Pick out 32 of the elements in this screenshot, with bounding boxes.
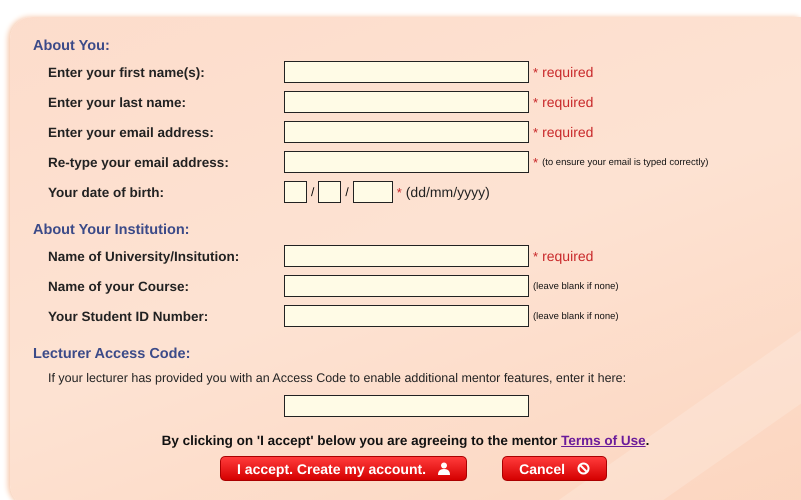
- section-heading: About You:: [33, 37, 111, 56]
- required-mark: *: [533, 248, 538, 264]
- agreement-text: By clicking on 'I accept' below you are agreeing to the mentor Terms of Use.: [160, 433, 650, 448]
- required-mark: *: [396, 184, 402, 200]
- field-note: required: [542, 124, 594, 140]
- required-mark: *: [533, 64, 538, 80]
- field-note: (to ensure your email is typed correctly): [542, 156, 708, 168]
- field-note: required: [542, 248, 594, 264]
- field-note: required: [542, 94, 594, 110]
- field-note: required: [542, 64, 594, 80]
- date-format-note: (dd/mm/yyyy): [406, 184, 490, 200]
- field-label: Enter your first name(s):: [47, 64, 206, 80]
- field-label: Enter your email address:: [47, 124, 215, 140]
- section-heading: Lecturer Access Code:: [33, 345, 192, 364]
- field-label: Your date of birth:: [47, 184, 165, 200]
- date-separator: /: [311, 185, 314, 199]
- section-heading: About Your Institution:: [33, 221, 191, 240]
- field-label: Name of University/Insitution:: [47, 248, 240, 264]
- field-label: Your Student ID Number:: [47, 308, 210, 324]
- field-label: Name of your Course:: [47, 278, 190, 294]
- field-label: Re-type your email address:: [47, 154, 230, 170]
- required-mark: *: [533, 124, 538, 140]
- date-separator: /: [345, 185, 349, 199]
- instruction-text: If your lecturer has provided you with an Access Code to enable additional mentor features, enter it here:: [48, 371, 628, 385]
- field-note: (leave blank if none): [533, 310, 619, 322]
- terms-link[interactable]: Terms of Use: [561, 433, 646, 448]
- accept-button[interactable]: I accept. Create my account.: [220, 456, 468, 481]
- field-note: (leave blank if none): [533, 280, 619, 292]
- field-label: Enter your last name:: [47, 94, 188, 110]
- required-mark: *: [533, 94, 538, 110]
- cancel-button[interactable]: Cancel: [502, 456, 607, 481]
- required-mark: *: [533, 154, 538, 170]
